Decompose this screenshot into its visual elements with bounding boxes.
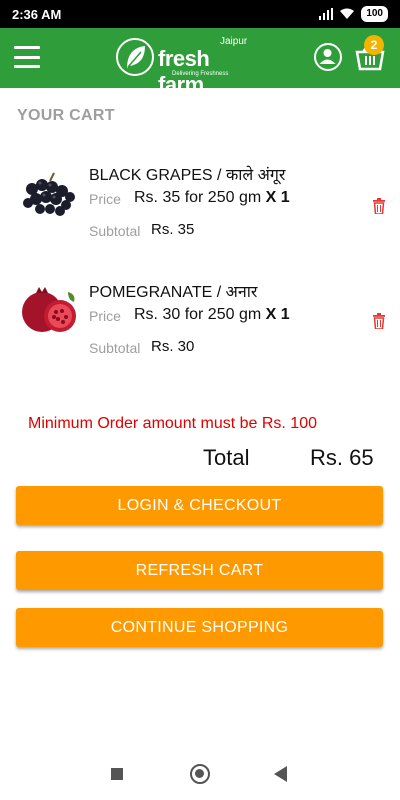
item-quantity: X 1 [265, 189, 290, 206]
battery-indicator: 100 [361, 6, 388, 22]
total-value: Rs. 65 [310, 445, 374, 470]
trash-icon[interactable] [372, 313, 386, 329]
price-text: Rs. 30 for 250 gm [134, 306, 262, 323]
hamburger-menu-icon[interactable] [14, 46, 40, 68]
system-navigation-bar [0, 752, 400, 800]
cart-title: YOUR CART [17, 107, 115, 124]
item-subtotal: Rs. 35 [151, 221, 195, 238]
status-time: 2:36 AM [12, 6, 62, 22]
price-text: Rs. 35 for 250 gm [134, 189, 262, 206]
status-icons: 100 [319, 6, 388, 22]
total-label: Total [203, 445, 250, 470]
price-label: Price [89, 308, 121, 324]
status-bar: 2:36 AM 100 [0, 0, 400, 28]
refresh-cart-button[interactable]: REFRESH CART [16, 551, 383, 590]
item-name: BLACK GRAPES / काले अंगूर [89, 167, 286, 184]
user-account-icon[interactable] [314, 43, 342, 71]
price-label: Price [89, 191, 121, 207]
app-bar: Jaipur fresh farm Delivering Freshness 2 [0, 28, 400, 97]
item-price: Rs. 35 for 250 gm X 1 [134, 189, 290, 207]
leaf-icon [127, 46, 145, 68]
cart-count-badge: 2 [364, 35, 384, 55]
home-icon[interactable] [190, 764, 210, 784]
item-name: POMEGRANATE / अनार [89, 284, 258, 301]
logo-tagline: Delivering Freshness [172, 71, 229, 77]
minimum-order-notice: Minimum Order amount must be Rs. 100 [28, 415, 317, 432]
fresh-farm-logo: Jaipur fresh farm Delivering Freshness [116, 36, 256, 97]
item-price: Rs. 30 for 250 gm X 1 [134, 306, 290, 324]
black-grapes-image [23, 172, 75, 216]
item-quantity: X 1 [265, 306, 290, 323]
trash-icon[interactable] [372, 198, 386, 214]
login-checkout-button[interactable]: LOGIN & CHECKOUT [16, 486, 383, 525]
cart-item: POMEGRANATE / अनार Price Rs. 30 for 250 … [0, 280, 400, 380]
item-subtotal: Rs. 30 [151, 338, 195, 355]
signal-icon [319, 8, 334, 20]
back-icon[interactable] [274, 766, 287, 782]
cart-item: BLACK GRAPES / काले अंगूर Price Rs. 35 f… [0, 163, 400, 263]
subtotal-label: Subtotal [89, 223, 141, 239]
subtotal-label: Subtotal [89, 340, 141, 356]
pomegranate-image [22, 287, 76, 332]
wifi-icon [340, 8, 355, 19]
continue-shopping-button[interactable]: CONTINUE SHOPPING [16, 608, 383, 647]
recent-apps-icon[interactable] [111, 768, 123, 780]
